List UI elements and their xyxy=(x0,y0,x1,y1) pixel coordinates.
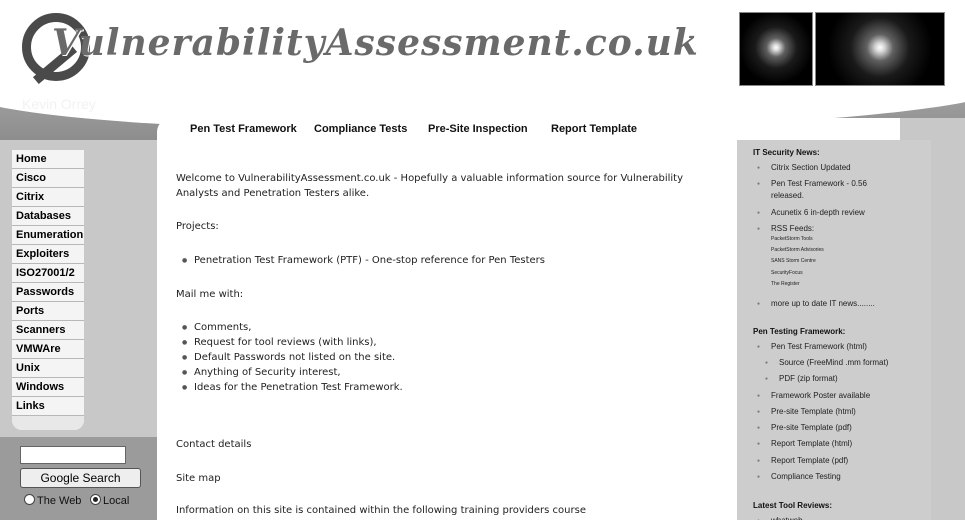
welcome-text-line-2: Analysts and Penetration Testers alike. xyxy=(176,188,370,199)
right-sidebar: IT Security News: Citrix Section Updated… xyxy=(737,140,931,520)
news-item-acunetix[interactable]: Acunetix 6 in-depth review xyxy=(757,207,865,219)
ptf-link[interactable]: PDF (zip format) xyxy=(765,373,838,385)
topnav-report-template[interactable]: Report Template xyxy=(551,123,637,135)
more-news-link[interactable]: more up to date IT news........ xyxy=(757,298,875,310)
header-image-abstract-2 xyxy=(815,12,945,86)
author-name: Kevin Orrey xyxy=(22,96,96,112)
news-item-citrix[interactable]: Citrix Section Updated xyxy=(757,162,851,174)
reviews-heading: Latest Tool Reviews: xyxy=(753,501,832,510)
news-item-rss: RSS Feeds: xyxy=(757,223,814,235)
news-heading: IT Security News: xyxy=(753,148,820,157)
ptf-link[interactable]: Pre-site Template (html) xyxy=(757,406,856,418)
site-logo[interactable]: VulnerabilityAssessment.co.uk xyxy=(52,22,699,64)
main-content: Welcome to VulnerabilityAssessment.co.uk… xyxy=(157,140,737,520)
sidebar-item-home[interactable]: Home xyxy=(12,150,84,169)
sidebar-item-links[interactable]: Links xyxy=(12,397,84,416)
sidebar-item-databases[interactable]: Databases xyxy=(12,207,84,226)
sidebar-item-scanners[interactable]: Scanners xyxy=(12,321,84,340)
radio-off-icon xyxy=(24,494,35,505)
sidebar-item-unix[interactable]: Unix xyxy=(12,359,84,378)
mail-item: Default Passwords not listed on the site… xyxy=(182,350,395,365)
page-frame: VulnerabilityAssessment.co.uk Kevin Orre… xyxy=(0,0,965,520)
news-item-ptf[interactable]: Pen Test Framework - 0.56 xyxy=(757,178,867,190)
site-header: VulnerabilityAssessment.co.uk Kevin Orre… xyxy=(0,0,965,140)
sidebar-item-enumeration[interactable]: Enumeration xyxy=(12,226,84,245)
rss-feed-link[interactable]: PacketStorm Advisories xyxy=(771,247,824,253)
mail-heading: Mail me with: xyxy=(176,289,244,300)
ptf-link[interactable]: Pre-site Template (pdf) xyxy=(757,422,852,434)
sidebar-item-cisco[interactable]: Cisco xyxy=(12,169,84,188)
header-right-curve xyxy=(900,118,965,140)
sidebar-item-windows[interactable]: Windows xyxy=(12,378,84,397)
sidebar-item-ports[interactable]: Ports xyxy=(12,302,84,321)
sidebar-footer xyxy=(12,416,84,430)
ptf-link[interactable]: Source (FreeMind .mm format) xyxy=(765,357,888,369)
topnav-pre-site-inspection[interactable]: Pre-Site Inspection xyxy=(428,123,528,135)
search-input[interactable] xyxy=(20,446,126,464)
review-link[interactable]: whatweb xyxy=(757,515,802,520)
projects-heading: Projects: xyxy=(176,221,219,232)
ptf-link[interactable]: Report Template (pdf) xyxy=(757,455,848,467)
radio-the-web-label: The Web xyxy=(37,495,82,507)
ptf-link[interactable]: Framework Poster available xyxy=(757,390,870,402)
site-map-link[interactable]: Site map xyxy=(176,471,221,486)
rss-feed-link[interactable]: PacketStorm Tools xyxy=(771,236,813,242)
google-search-button[interactable]: Google Search xyxy=(20,468,141,488)
ptf-link[interactable]: Compliance Testing xyxy=(757,471,841,483)
sidebar-nav: Home Cisco Citrix Databases Enumeration … xyxy=(12,150,84,430)
ptf-heading: Pen Testing Framework: xyxy=(753,327,846,336)
contact-details-link[interactable]: Contact details xyxy=(176,437,251,452)
mail-item: Request for tool reviews (with links), xyxy=(182,335,377,350)
welcome-text-line-1: Welcome to VulnerabilityAssessment.co.uk… xyxy=(176,173,683,184)
rss-feed-link[interactable]: The Register xyxy=(771,281,800,287)
info-text: Information on this site is contained wi… xyxy=(176,505,586,516)
sidebar-item-vmware[interactable]: VMWAre xyxy=(12,340,84,359)
sidebar-item-passwords[interactable]: Passwords xyxy=(12,283,84,302)
topnav-compliance-tests[interactable]: Compliance Tests xyxy=(314,123,407,135)
topnav-pen-test-framework[interactable]: Pen Test Framework xyxy=(190,123,297,135)
radio-local-label: Local xyxy=(103,495,130,507)
mail-item: Ideas for the Penetration Test Framework… xyxy=(182,380,403,395)
ptf-link[interactable]: Pen Test Framework (html) xyxy=(757,341,867,353)
top-navigation: Pen Test Framework Compliance Tests Pre-… xyxy=(157,118,937,140)
header-image-abstract-1 xyxy=(739,12,813,86)
ptf-link[interactable]: Report Template (html) xyxy=(757,438,852,450)
sidebar-item-exploiters[interactable]: Exploiters xyxy=(12,245,84,264)
sidebar-item-citrix[interactable]: Citrix xyxy=(12,188,84,207)
rss-feed-link[interactable]: SANS Storm Centre xyxy=(771,258,816,264)
project-ptf-link[interactable]: Penetration Test Framework (PTF) - One-s… xyxy=(182,253,545,268)
rss-feed-link[interactable]: SecurityFocus xyxy=(771,270,803,276)
radio-on-icon xyxy=(90,494,101,505)
radio-local[interactable]: Local xyxy=(90,494,129,507)
mail-item: Comments, xyxy=(182,320,251,335)
mail-item: Anything of Security interest, xyxy=(182,365,341,380)
news-item-ptf-cont[interactable]: released. xyxy=(771,190,804,201)
radio-the-web[interactable]: The Web xyxy=(24,494,81,507)
sidebar-item-iso27001[interactable]: ISO27001/2 xyxy=(12,264,84,283)
